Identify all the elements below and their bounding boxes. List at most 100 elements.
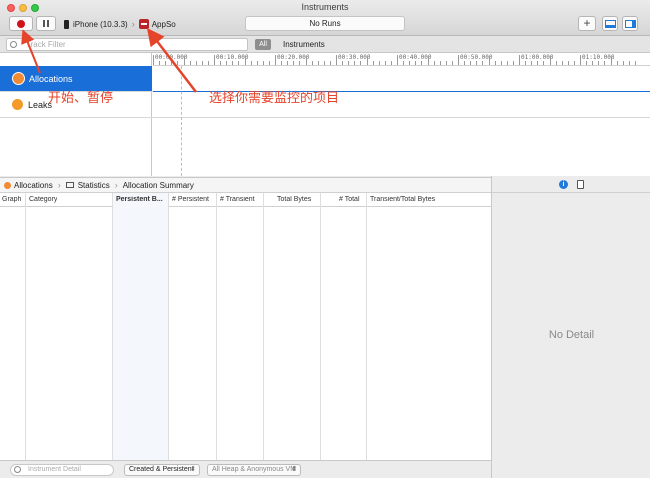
window-toolbar: Instruments iPhone (10.3.3) › AppSo No R… (0, 0, 650, 36)
ruler-minor-tick (555, 61, 557, 65)
column-category[interactable]: Category (26, 193, 113, 460)
ruler-major-tick (275, 55, 276, 65)
scope-instruments-label[interactable]: Instruments (283, 40, 325, 49)
ruler-minor-tick (598, 61, 600, 65)
column-header-transient[interactable]: # Transient (220, 196, 255, 203)
chevron-right-icon: › (114, 180, 118, 190)
column-transient[interactable]: # Transient (217, 193, 264, 460)
ruler-minor-tick (586, 61, 588, 65)
leaks-icon (12, 99, 23, 110)
track-label: Allocations (29, 73, 73, 84)
instrument-detail-filter[interactable]: Instrument Detail (10, 464, 114, 476)
allocation-type-popup[interactable]: Created & Persistent ⬍ (124, 464, 200, 476)
ruler-minor-tick (543, 61, 545, 65)
ruler-minor-tick (384, 61, 386, 65)
no-detail-message: No Detail (548, 329, 595, 341)
ruler-major-tick (214, 55, 215, 65)
add-instrument-button[interactable]: + (578, 16, 596, 31)
ruler-minor-tick (268, 61, 270, 65)
ruler-minor-tick (531, 61, 533, 65)
track-filter-input[interactable]: Track Filter (6, 38, 248, 51)
ruler-minor-tick (220, 61, 222, 65)
info-icon[interactable]: i (559, 180, 568, 189)
ruler-minor-tick (183, 57, 185, 65)
jumpbar-instrument[interactable]: Allocations (14, 181, 53, 190)
ruler-minor-tick (439, 61, 441, 65)
ruler-minor-tick (329, 61, 331, 65)
column-header-graph[interactable]: Graph (2, 196, 21, 203)
allocation-type-value: Created & Persistent (129, 466, 194, 473)
pause-button[interactable] (36, 16, 56, 31)
ruler-minor-tick (189, 61, 191, 65)
ruler-minor-tick (250, 61, 252, 65)
ruler-minor-tick (201, 61, 203, 65)
inspector-tabs: i (492, 176, 650, 193)
ruler-minor-tick (610, 57, 612, 65)
heap-scope-popup[interactable]: All Heap & Anonymous VM ⬍ (207, 464, 301, 476)
column-transient-total-bytes[interactable]: Transient/Total Bytes (367, 193, 491, 460)
inspector-pane: i No Detail (491, 176, 650, 478)
ruler-minor-tick (207, 61, 209, 65)
ruler-major-tick (397, 55, 398, 65)
ruler-minor-tick (372, 61, 374, 65)
column-header-total[interactable]: # Total (339, 196, 360, 203)
ruler-minor-tick (323, 61, 325, 65)
annotation-record-pause: 开始、暂停 (48, 90, 114, 105)
detail-bottom-bar: Instrument Detail Created & Persistent ⬍… (0, 460, 491, 478)
scope-all-button[interactable]: All (255, 39, 271, 50)
playhead[interactable] (181, 66, 182, 176)
device-name: iPhone (10.3.3) (73, 19, 128, 29)
ruler-minor-tick (482, 61, 484, 65)
ruler-major-tick (336, 55, 337, 65)
ruler-minor-tick (262, 61, 264, 65)
chevron-right-icon: › (57, 180, 61, 190)
timeline-ruler[interactable]: 00:00.000 00:10.000 00:20.000 00:30.000 00:4… (153, 53, 650, 66)
toggle-inspector-button[interactable] (622, 16, 638, 31)
jumpbar-detail[interactable]: Allocation Summary (123, 181, 194, 190)
ruler-minor-tick (415, 61, 417, 65)
column-graph[interactable]: Graph (0, 193, 26, 460)
track-area: 00:00.000 00:10.000 00:20.000 00:30.000 00:4… (0, 53, 650, 176)
ruler-minor-tick (561, 61, 563, 65)
column-persistent-bytes[interactable]: Persistent B... (113, 193, 169, 460)
ruler-major-tick (458, 55, 459, 65)
ruler-minor-tick (390, 61, 392, 65)
jumpbar-view[interactable]: Statistics (78, 181, 110, 190)
target-selector[interactable]: iPhone (10.3.3) › AppSo (64, 18, 176, 30)
bottom-pane-icon (604, 19, 616, 28)
ruler-minor-tick (512, 61, 514, 65)
track-filter-placeholder: Track Filter (26, 40, 66, 49)
ruler-minor-tick (171, 61, 173, 65)
column-header-total-bytes[interactable]: Total Bytes (277, 196, 311, 203)
pause-icon (43, 20, 49, 27)
column-header-persistent-bytes[interactable]: Persistent B... (116, 196, 168, 203)
app-name: AppSo (151, 19, 176, 29)
filter-icon (10, 41, 17, 48)
column-total-bytes[interactable]: Total Bytes (264, 193, 321, 460)
record-button[interactable] (9, 16, 33, 31)
ruler-minor-tick (244, 57, 246, 65)
ruler-minor-tick (342, 61, 344, 65)
column-total[interactable]: # Total (321, 193, 367, 460)
column-header-category[interactable]: Category (29, 196, 57, 203)
allocation-summary-table[interactable]: Graph Category Persistent B... # Persist… (0, 193, 491, 460)
plus-icon: + (583, 16, 591, 30)
column-header-transient-total-bytes[interactable]: Transient/Total Bytes (370, 196, 435, 203)
ruler-minor-tick (305, 57, 307, 65)
annotation-select-target: 选择你需要监控的项目 (209, 90, 340, 105)
toggle-detail-pane-button[interactable] (602, 16, 618, 31)
app-icon (138, 19, 149, 29)
ruler-minor-tick (573, 61, 575, 65)
column-header-persistent[interactable]: # Persistent (172, 196, 209, 203)
run-status[interactable]: No Runs (245, 16, 405, 31)
window-title: Instruments (301, 2, 349, 12)
document-icon[interactable] (577, 180, 584, 189)
ruler-minor-tick (232, 61, 234, 65)
ruler-minor-tick (537, 61, 539, 65)
ruler-minor-tick (409, 61, 411, 65)
filter-bar: Track Filter All Instruments (0, 36, 650, 53)
ruler-minor-tick (177, 61, 179, 65)
table-icon (65, 182, 74, 188)
column-persistent[interactable]: # Persistent (169, 193, 217, 460)
record-icon (17, 19, 25, 28)
